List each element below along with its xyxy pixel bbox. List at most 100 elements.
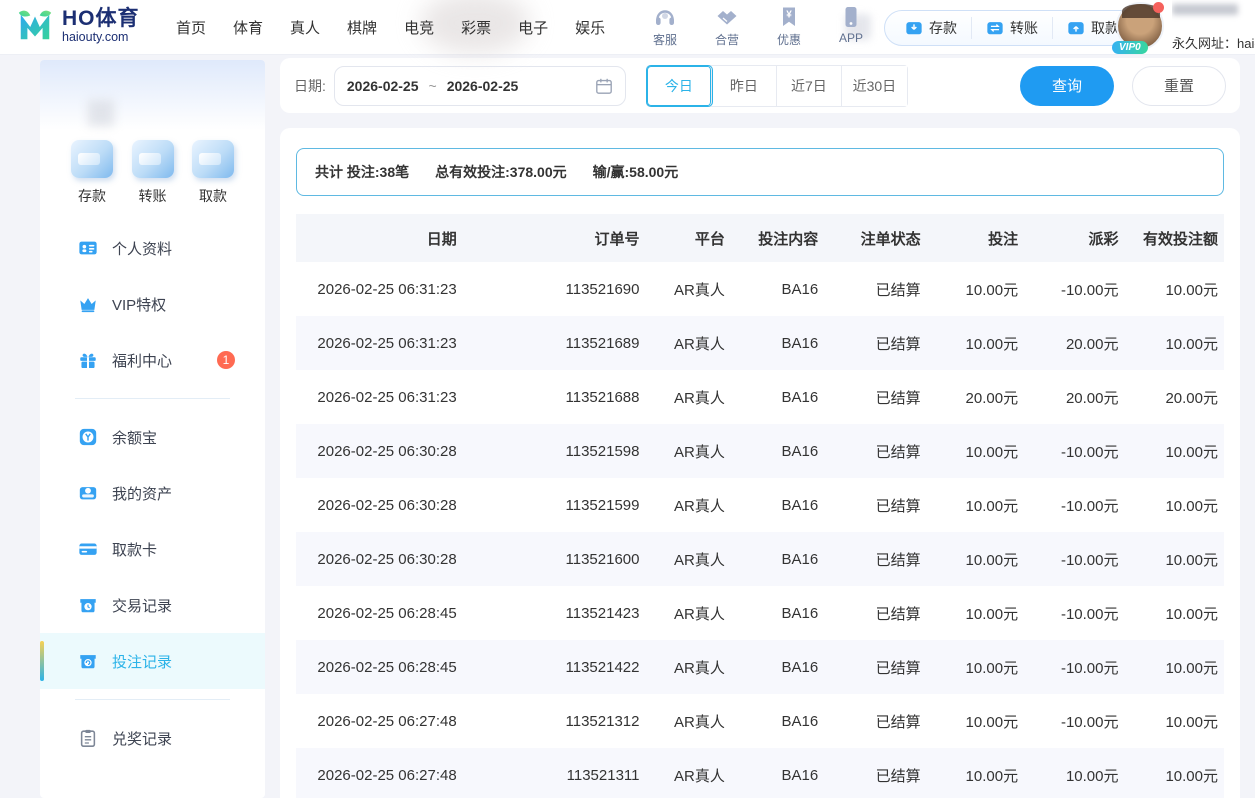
cell-date: 2026-02-25 06:30:28 [296, 478, 463, 532]
reset-button[interactable]: 重置 [1132, 66, 1226, 106]
sidebar-item-4[interactable]: 我的资产 [40, 465, 265, 521]
date-tilde: ~ [429, 78, 437, 94]
cell-status: 已结算 [824, 748, 926, 798]
cell-valid: 10.00元 [1125, 424, 1225, 478]
cell-date: 2026-02-25 06:31:23 [296, 262, 463, 316]
range-tab-1[interactable]: 昨日 [712, 66, 777, 106]
sidebar-gradient [40, 60, 265, 130]
sidebar-quick-deposit[interactable]: 存款 [68, 140, 116, 206]
svg-text:¥: ¥ [786, 10, 792, 21]
cell-content: BA16 [731, 694, 824, 748]
summary-valid-bets: 总有效投注:378.00元 [435, 162, 566, 182]
cell-payout: -10.00元 [1024, 640, 1124, 694]
headset-icon [653, 5, 677, 29]
sidebar-divider [75, 699, 230, 700]
table-row: 2026-02-25 06:28:45113521423AR真人BA16已结算1… [296, 586, 1224, 640]
cell-platform: AR真人 [645, 694, 730, 748]
date-range-tabs: 今日昨日近7日近30日 [646, 65, 908, 107]
cell-status: 已结算 [824, 640, 926, 694]
calendar-icon [595, 77, 613, 95]
cell-content: BA16 [731, 262, 824, 316]
cell-date: 2026-02-25 06:31:23 [296, 316, 463, 370]
cell-order: 113521689 [463, 316, 646, 370]
cell-payout: -10.00元 [1024, 694, 1124, 748]
column-header-1: 订单号 [463, 214, 646, 262]
nav-item-7[interactable]: 娱乐 [575, 17, 605, 38]
cell-valid: 10.00元 [1125, 532, 1225, 586]
quick-link-2[interactable]: ¥ 优惠 [769, 5, 809, 48]
sidebar-blurred-balance [88, 100, 114, 126]
sidebar-item-label: 交易记录 [112, 595, 172, 616]
cell-content: BA16 [731, 748, 824, 798]
quick-link-3[interactable]: APP [831, 5, 871, 48]
nav-item-6[interactable]: 电子 [518, 17, 548, 38]
table-row: 2026-02-25 06:27:48113521311AR真人BA16已结算1… [296, 748, 1224, 798]
sidebar-quick-withdraw[interactable]: 取款 [189, 140, 237, 206]
cell-content: BA16 [731, 424, 824, 478]
withdraw-3d-icon [192, 140, 234, 178]
logo-icon [16, 7, 54, 45]
nav-item-5[interactable]: 彩票 [461, 17, 491, 38]
sidebar-item-label: 福利中心 [112, 350, 172, 371]
sidebar-item-7[interactable]: 投注记录 [40, 633, 265, 689]
cell-content: BA16 [731, 478, 824, 532]
cell-platform: AR真人 [645, 424, 730, 478]
cell-status: 已结算 [824, 478, 926, 532]
cell-date: 2026-02-25 06:27:48 [296, 748, 463, 798]
cell-platform: AR真人 [645, 262, 730, 316]
table-header-row: 日期订单号平台投注内容注单状态投注派彩有效投注额 [296, 214, 1224, 262]
nav-item-1[interactable]: 体育 [233, 17, 263, 38]
table-row: 2026-02-25 06:27:48113521312AR真人BA16已结算1… [296, 694, 1224, 748]
wallet-transfer-button[interactable]: 转账 [972, 17, 1053, 39]
sidebar-quick-transfer[interactable]: 转账 [129, 140, 177, 206]
quick-link-1[interactable]: 合营 [707, 5, 747, 48]
permanent-url-text: 永久网址：haio [1172, 33, 1255, 52]
brand-name: HO体育 [62, 8, 140, 30]
query-button[interactable]: 查询 [1020, 66, 1114, 106]
cell-bet: 10.00元 [927, 748, 1024, 798]
cell-bet: 10.00元 [927, 640, 1024, 694]
crown-icon [78, 294, 98, 314]
cell-status: 已结算 [824, 694, 926, 748]
cell-bet: 10.00元 [927, 262, 1024, 316]
sidebar-item-2[interactable]: 福利中心1 [40, 332, 265, 388]
range-tab-3[interactable]: 近30日 [842, 66, 907, 106]
range-tab-2[interactable]: 近7日 [777, 66, 842, 106]
sidebar-item-8[interactable]: 兑奖记录 [40, 710, 265, 766]
quick-link-0[interactable]: 客服 [645, 5, 685, 48]
date-range-input[interactable]: 2026-02-25 ~ 2026-02-25 [334, 66, 626, 106]
sidebar-menu: 个人资料 VIP特权 福利中心1 余额宝 我的资产 取款卡 交易记录 投注记录 … [40, 220, 265, 766]
table-row: 2026-02-25 06:31:23113521689AR真人BA16已结算1… [296, 316, 1224, 370]
cell-payout: -10.00元 [1024, 532, 1124, 586]
cell-order: 113521422 [463, 640, 646, 694]
cell-platform: AR真人 [645, 640, 730, 694]
column-header-3: 投注内容 [731, 214, 824, 262]
user-avatar[interactable]: VIP0 [1116, 2, 1166, 54]
nav-item-4[interactable]: 电竞 [404, 17, 434, 38]
wallet-deposit-button[interactable]: 存款 [891, 17, 972, 39]
nav-item-0[interactable]: 首页 [176, 17, 206, 38]
sidebar-item-3[interactable]: 余额宝 [40, 409, 265, 465]
wallet-action-label: 转账 [1010, 18, 1038, 38]
notification-dot [1153, 2, 1164, 13]
main-nav: 首页 体育 真人 棋牌 电竞 彩票 电子 娱乐 [176, 0, 605, 55]
cell-status: 已结算 [824, 424, 926, 478]
sidebar-item-0[interactable]: 个人资料 [40, 220, 265, 276]
cell-order: 113521599 [463, 478, 646, 532]
transfer-3d-icon [132, 140, 174, 178]
cell-platform: AR真人 [645, 316, 730, 370]
cell-content: BA16 [731, 640, 824, 694]
nav-item-2[interactable]: 真人 [290, 17, 320, 38]
sidebar-item-5[interactable]: 取款卡 [40, 521, 265, 577]
quick-link-label: 客服 [653, 31, 677, 48]
filter-bar: 日期: 2026-02-25 ~ 2026-02-25 今日昨日近7日近30日 … [280, 58, 1240, 113]
cell-bet: 10.00元 [927, 316, 1024, 370]
nav-item-3[interactable]: 棋牌 [347, 17, 377, 38]
brand-logo[interactable]: HO体育 haiouty.com [16, 7, 140, 45]
phone-icon [839, 5, 863, 29]
sidebar-item-6[interactable]: 交易记录 [40, 577, 265, 633]
sidebar-item-1[interactable]: VIP特权 [40, 276, 265, 332]
cell-valid: 10.00元 [1125, 262, 1225, 316]
range-tab-0[interactable]: 今日 [647, 66, 712, 106]
sidebar-item-label: 投注记录 [112, 651, 172, 672]
